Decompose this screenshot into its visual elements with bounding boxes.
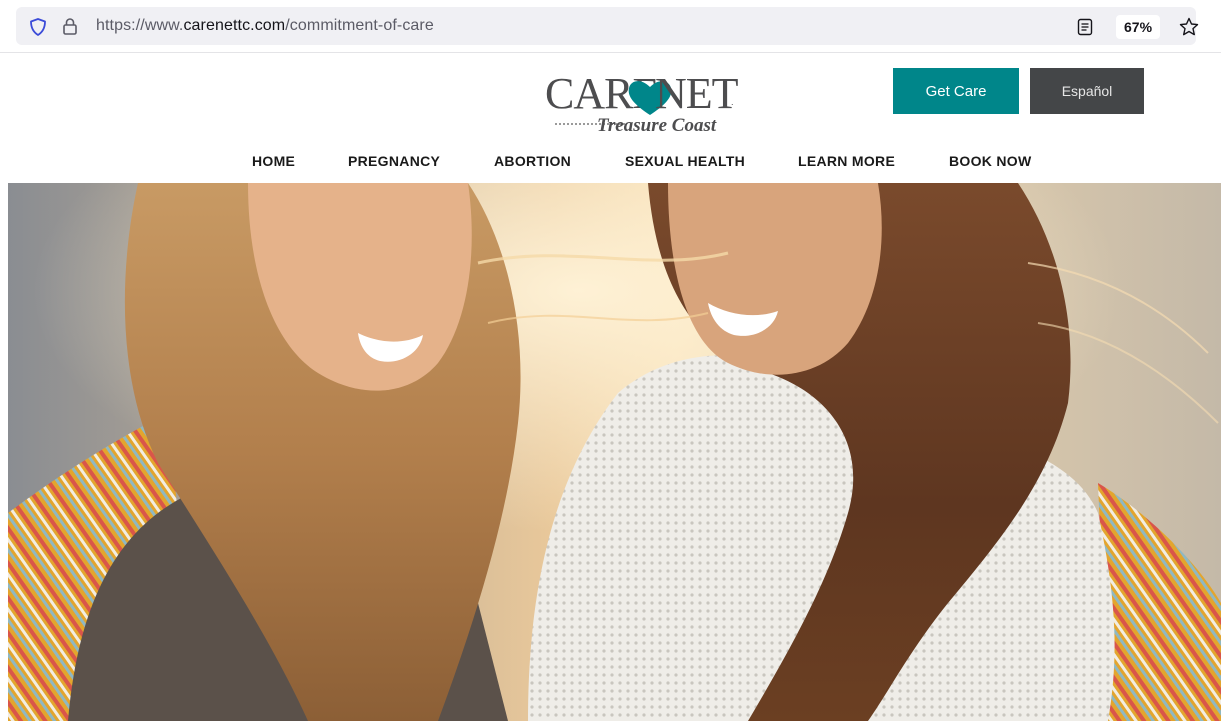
logo-word-net: NET <box>655 69 739 118</box>
nav-item-learn-more[interactable]: LEARN MORE <box>798 153 895 169</box>
main-nav: HOME PREGNANCY ABORTION SEXUAL HEALTH LE… <box>0 153 1221 173</box>
browser-toolbar: https://www.carenettc.com/commitment-of-… <box>0 0 1221 53</box>
nav-item-book-now[interactable]: BOOK NOW <box>949 153 1032 169</box>
logo-tagline: Treasure Coast <box>597 115 717 136</box>
reader-view-icon[interactable] <box>1076 18 1094 36</box>
nav-item-pregnancy[interactable]: PREGNANCY <box>348 153 440 169</box>
carenet-logo[interactable]: CARE NET . Treasure Coast <box>545 69 745 137</box>
nav-item-sexual-health[interactable]: SEXUAL HEALTH <box>625 153 745 169</box>
nav-item-abortion[interactable]: ABORTION <box>494 153 571 169</box>
lock-icon[interactable] <box>60 16 80 36</box>
nav-item-home[interactable]: HOME <box>252 153 295 169</box>
address-bar[interactable]: https://www.carenettc.com/commitment-of-… <box>16 7 1199 45</box>
get-care-button[interactable]: Get Care <box>893 68 1019 114</box>
espanol-button[interactable]: Español <box>1030 68 1144 114</box>
url-text[interactable]: https://www.carenettc.com/commitment-of-… <box>96 17 434 35</box>
bookmark-star-icon[interactable] <box>1178 16 1200 38</box>
url-path: /commitment-of-care <box>285 17 434 34</box>
hero-image <box>8 183 1221 721</box>
hero-photo-illustration <box>8 183 1221 721</box>
logo-trademark: . <box>731 97 734 107</box>
site-header: CARE NET . Treasure Coast Get Care Españ… <box>0 53 1221 183</box>
url-domain: carenettc.com <box>183 17 286 34</box>
url-prefix: https://www. <box>96 17 184 34</box>
zoom-level-button[interactable]: 67% <box>1116 15 1161 39</box>
tracking-protection-icon[interactable] <box>28 17 48 37</box>
